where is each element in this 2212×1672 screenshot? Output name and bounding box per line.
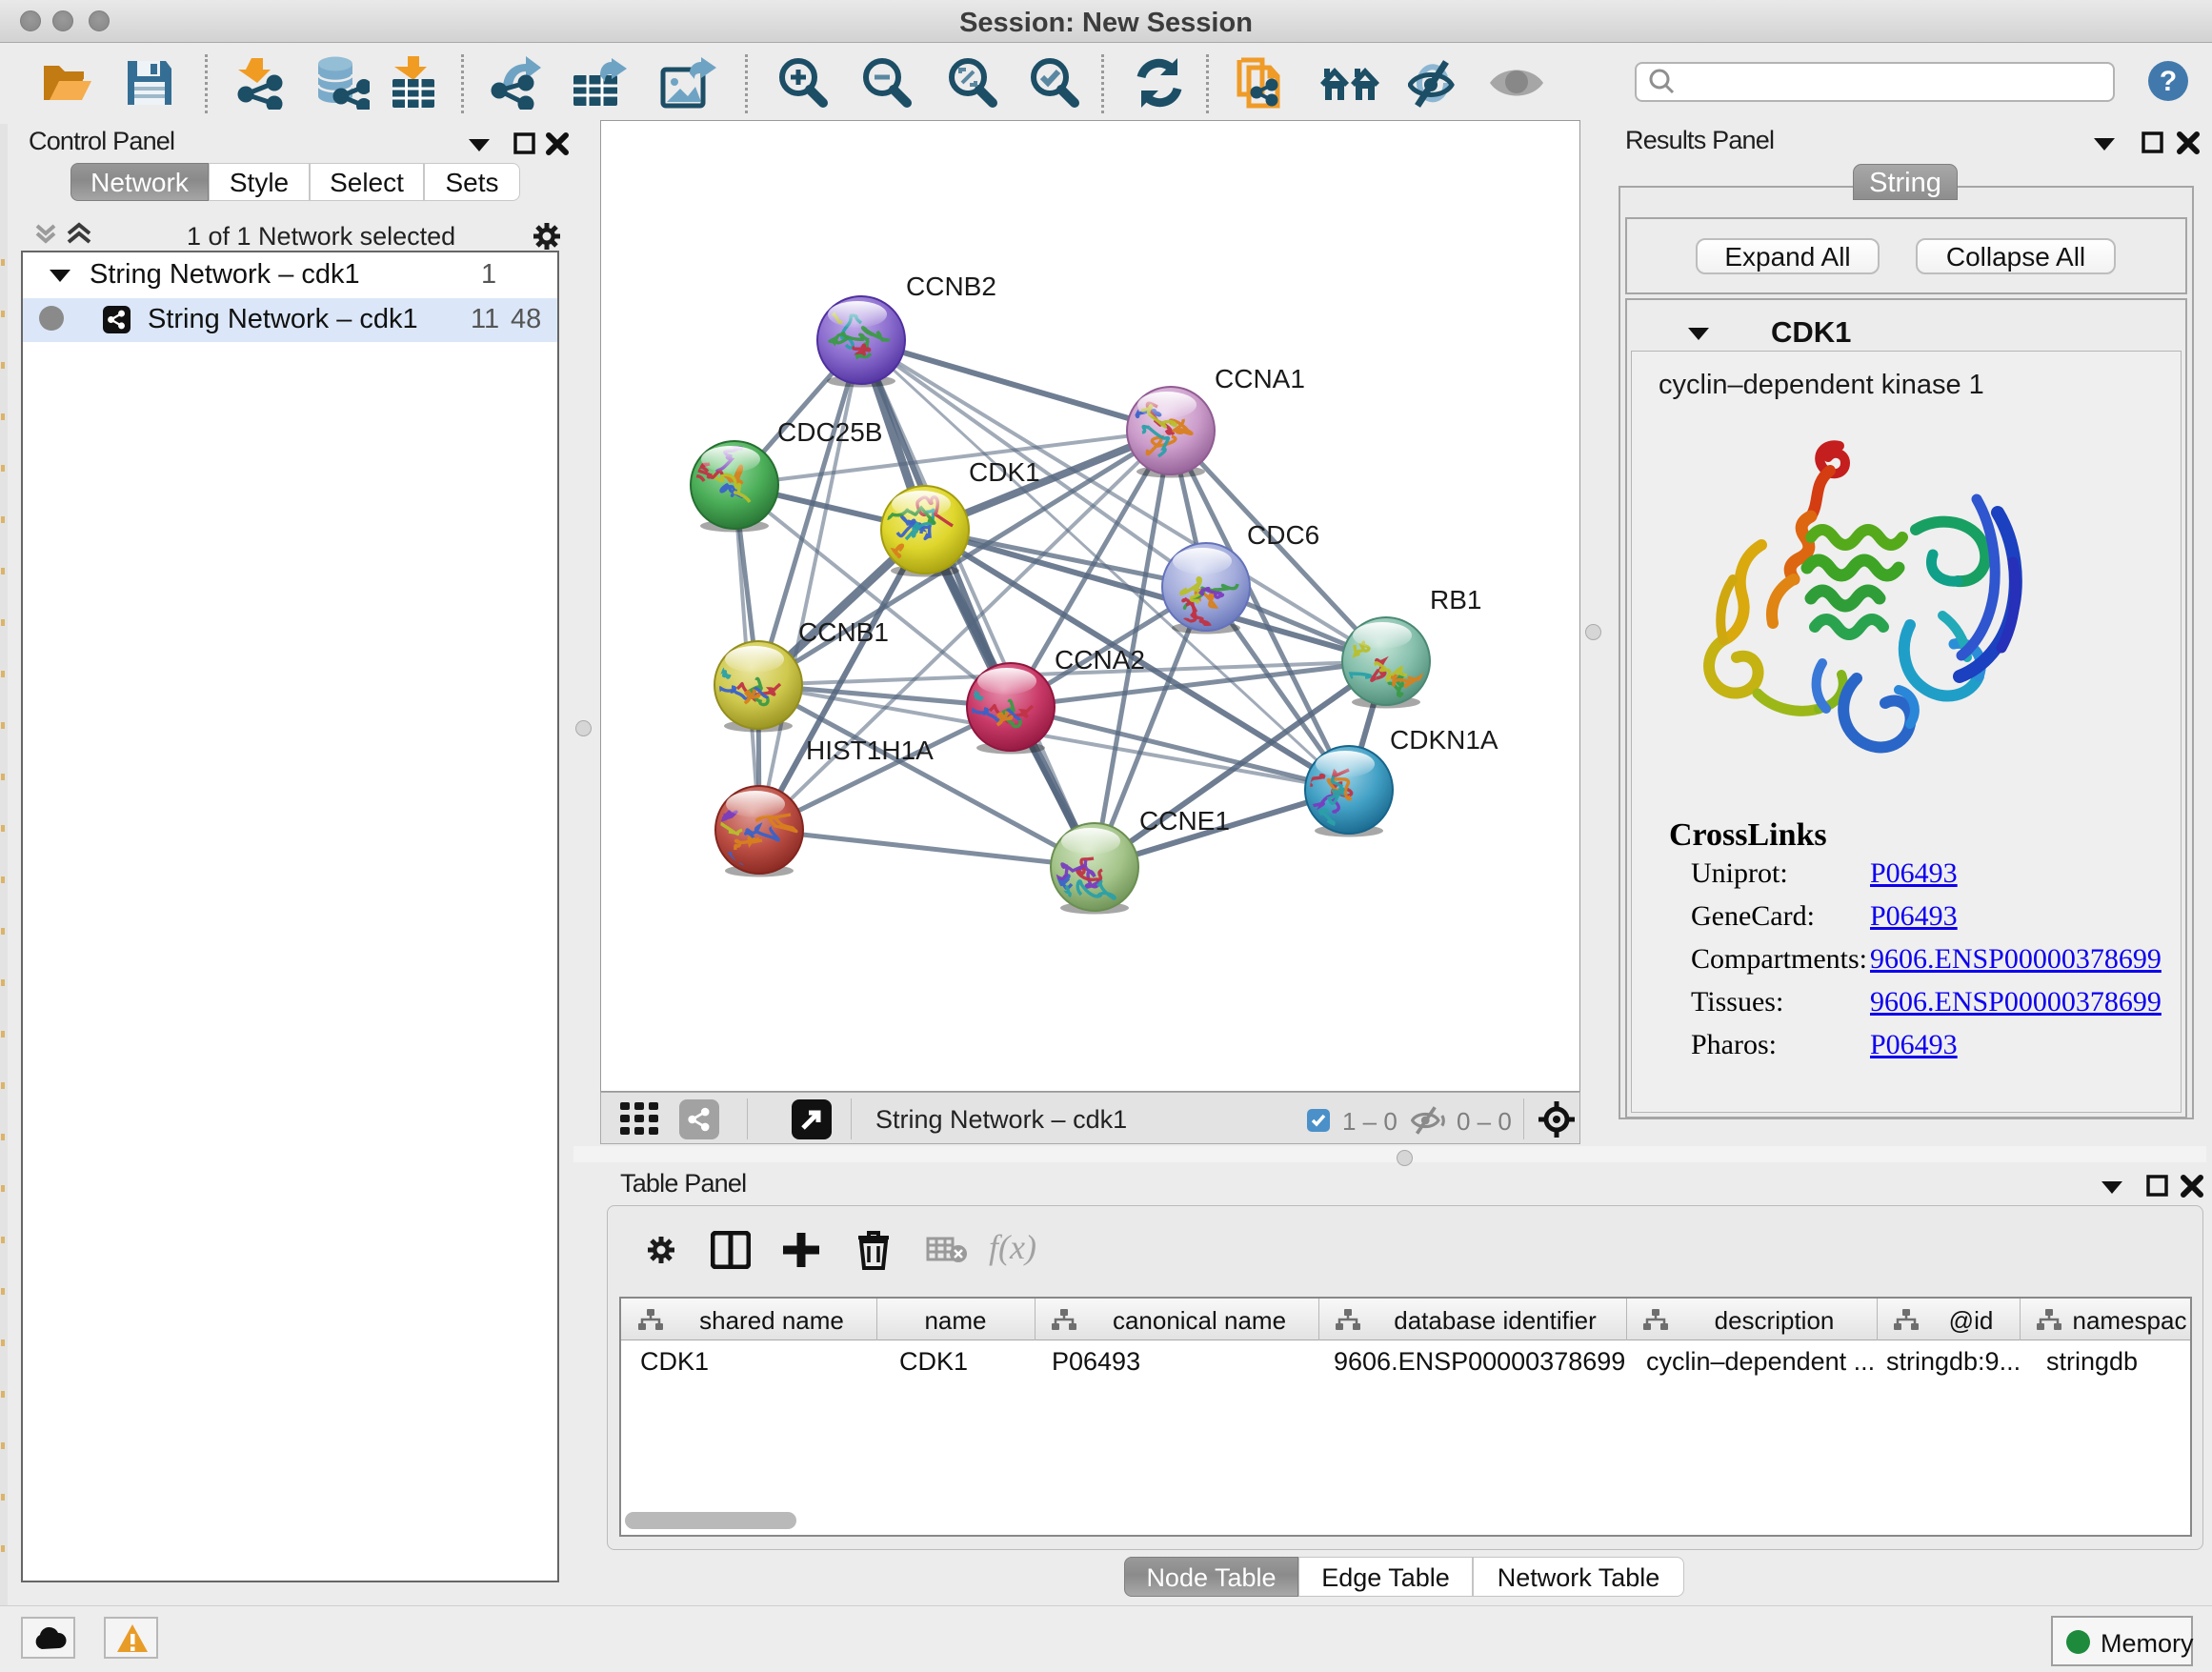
svg-text:CCNA2: CCNA2: [1055, 645, 1145, 675]
svg-text:HIST1H1A: HIST1H1A: [806, 735, 934, 765]
svg-text:CCNB2: CCNB2: [906, 272, 996, 301]
svg-text:CCNB1: CCNB1: [798, 617, 889, 647]
svg-text:CDK1: CDK1: [969, 457, 1040, 487]
svg-text:CDC25B: CDC25B: [777, 417, 882, 447]
svg-text:?: ?: [2160, 66, 2177, 97]
svg-text:CCNE1: CCNE1: [1139, 806, 1230, 836]
svg-text:RB1: RB1: [1430, 585, 1481, 614]
svg-text:CDC6: CDC6: [1247, 520, 1319, 550]
svg-text:CDKN1A: CDKN1A: [1390, 725, 1498, 755]
svg-text:CCNA1: CCNA1: [1215, 364, 1305, 393]
